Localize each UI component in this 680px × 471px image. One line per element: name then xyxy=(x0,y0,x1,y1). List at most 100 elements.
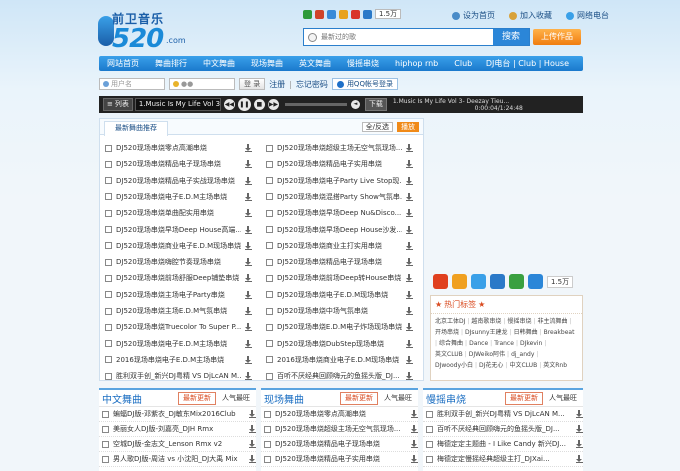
song-checkbox[interactable] xyxy=(266,323,273,331)
song-checkbox[interactable] xyxy=(105,258,112,266)
song-title[interactable]: DJ520现场串烧精品电子实战现场串烧 xyxy=(116,176,241,186)
nav-item-ranking[interactable]: 舞曲排行 xyxy=(147,56,195,71)
song-title[interactable]: 2016现场串烧商业电子E.D.M现场串烧 xyxy=(277,355,402,365)
download-icon[interactable] xyxy=(576,440,583,448)
hot-tag[interactable]: DJ花无心 xyxy=(479,360,503,371)
hot-tag[interactable]: DJWeiko阿伟 xyxy=(469,349,505,360)
hot-tag[interactable]: 英文CLUB xyxy=(435,349,463,360)
song-title[interactable]: DJ520现场串烧商业主打实用串烧 xyxy=(277,241,402,251)
download-icon[interactable] xyxy=(245,339,252,348)
download-icon[interactable] xyxy=(406,339,413,348)
song-title[interactable]: DJ520现场串烧精品电子实用串烧 xyxy=(275,454,407,464)
song-checkbox[interactable] xyxy=(105,340,112,348)
panel-title[interactable]: 中文舞曲 xyxy=(102,391,142,406)
tab-latest[interactable]: 最新更新 xyxy=(505,391,543,405)
download-icon[interactable] xyxy=(406,290,413,299)
hot-tag[interactable]: 中文CLUB xyxy=(509,360,537,371)
song-checkbox[interactable] xyxy=(105,242,112,250)
nav-item-home[interactable]: 网站首页 xyxy=(99,56,147,71)
site-logo[interactable]: 前卫音乐 520 .com xyxy=(98,10,198,54)
download-icon[interactable] xyxy=(411,455,418,463)
song-checkbox[interactable] xyxy=(105,372,112,380)
song-title[interactable]: 百听不厌经典回顾嗨元的鱼摇头版_DJ... xyxy=(437,424,572,434)
song-title[interactable]: 梅德定定主题曲 - I Like Candy 新兴DJ... xyxy=(437,439,572,449)
song-checkbox[interactable] xyxy=(266,177,273,185)
song-checkbox[interactable] xyxy=(105,144,112,152)
song-checkbox[interactable] xyxy=(266,356,273,364)
song-title[interactable]: 男人歌DJ版-周洁 vs 小沈阳_DJ大禹 Mix xyxy=(113,454,245,464)
hot-tag[interactable]: Dance xyxy=(469,338,488,349)
download-icon[interactable] xyxy=(245,355,252,364)
hot-tag[interactable]: 开场串烧 xyxy=(435,327,459,338)
song-title[interactable]: 胜利双手创_新兴DJ粤精 VS DjLcAN M... xyxy=(437,409,572,419)
song-checkbox[interactable] xyxy=(264,440,271,448)
song-checkbox[interactable] xyxy=(105,209,112,217)
nav-item-english[interactable]: 英文舞曲 xyxy=(291,56,339,71)
player-track-select[interactable]: 1.Music Is My Life Vol 3- Dee xyxy=(134,98,221,111)
song-title[interactable]: DJ520现场串烧超级主场无空气氛现场... xyxy=(277,143,402,153)
pause-button[interactable]: ❚❚ xyxy=(237,98,251,111)
stop-button[interactable]: ■ xyxy=(253,99,265,110)
progress-bar[interactable] xyxy=(284,103,347,106)
hot-tag[interactable]: 北京工体DJ xyxy=(435,316,465,327)
nav-item-club[interactable]: Club xyxy=(446,56,480,71)
download-icon[interactable] xyxy=(406,258,413,267)
song-title[interactable]: DJ520现场串烧零点高潮串烧 xyxy=(275,409,407,419)
next-button[interactable]: ▶▶ xyxy=(267,99,279,110)
hot-tag[interactable]: Breakbeat xyxy=(544,327,575,338)
song-title[interactable]: DJ520现场串烧E.D.M电子炸场现场串烧 xyxy=(277,322,402,332)
song-title[interactable]: DJ520现场串烧早场Deep House高端... xyxy=(116,225,241,235)
song-title[interactable]: DJ520现场串烧前场舒服Deep铺垫串烧 xyxy=(116,273,241,283)
song-checkbox[interactable] xyxy=(264,425,271,433)
download-icon[interactable] xyxy=(406,192,413,201)
add-favorite-link[interactable]: 加入收藏 xyxy=(509,10,552,21)
song-checkbox[interactable] xyxy=(264,455,271,463)
download-icon[interactable] xyxy=(245,372,252,381)
set-homepage-link[interactable]: 设为首页 xyxy=(452,10,495,21)
song-title[interactable]: 蝙蝠DJ版-邓紫衣_DJ敏东Mix2016Club xyxy=(113,409,245,419)
hot-tag[interactable]: DJwoody小白 xyxy=(435,360,473,371)
song-title[interactable]: DJ520现场串烧超级主场无空气氛现场... xyxy=(275,424,407,434)
download-icon[interactable] xyxy=(406,372,413,381)
song-checkbox[interactable] xyxy=(266,307,273,315)
tab-latest[interactable]: 最新更新 xyxy=(178,391,216,405)
more-share-icon[interactable] xyxy=(528,274,543,289)
download-icon[interactable] xyxy=(406,160,413,169)
song-checkbox[interactable] xyxy=(266,209,273,217)
song-checkbox[interactable] xyxy=(266,372,273,380)
song-checkbox[interactable] xyxy=(426,425,433,433)
tab-latest-recommend[interactable]: 最新舞曲推荐 xyxy=(104,121,168,136)
kaixin-icon[interactable] xyxy=(509,274,524,289)
tab-popular[interactable]: 人气最旺 xyxy=(216,392,256,405)
song-checkbox[interactable] xyxy=(105,307,112,315)
download-icon[interactable] xyxy=(406,307,413,315)
panel-title[interactable]: 慢摇串烧 xyxy=(426,391,466,406)
download-icon[interactable] xyxy=(245,209,252,218)
download-icon[interactable] xyxy=(406,225,413,234)
search-button[interactable]: 搜索 xyxy=(493,29,529,45)
qzone-icon[interactable] xyxy=(452,274,467,289)
song-title[interactable]: DJ520现场串烧零点高潮串烧 xyxy=(116,143,241,153)
share-tqq-icon[interactable] xyxy=(327,9,336,19)
search-input[interactable] xyxy=(321,33,471,41)
song-checkbox[interactable] xyxy=(105,177,112,185)
hot-tag[interactable]: 综合舞曲 xyxy=(439,338,463,349)
hot-tag[interactable]: 英文Rnb xyxy=(543,360,567,371)
song-checkbox[interactable] xyxy=(266,291,273,299)
prev-button[interactable]: ◀◀ xyxy=(223,99,235,110)
song-checkbox[interactable] xyxy=(102,455,109,463)
select-all-button[interactable]: 全/反选 xyxy=(361,122,393,132)
song-checkbox[interactable] xyxy=(105,274,112,282)
song-title[interactable]: DJ520现场串烧Truecolor To Super P... xyxy=(116,322,241,332)
download-icon[interactable] xyxy=(406,274,413,283)
song-checkbox[interactable] xyxy=(105,291,112,299)
song-checkbox[interactable] xyxy=(266,242,273,250)
hot-tag[interactable]: dj_andy xyxy=(511,349,534,360)
song-checkbox[interactable] xyxy=(266,144,273,152)
download-icon[interactable] xyxy=(411,410,418,418)
song-title[interactable]: DJ520现场串烧电子E.D.M主场串烧 xyxy=(116,192,241,202)
song-title[interactable]: DJ520现场串烧混搭Party Show气氛串... xyxy=(277,192,402,202)
song-checkbox[interactable] xyxy=(105,160,112,168)
download-icon[interactable] xyxy=(406,144,413,152)
weibo-icon[interactable] xyxy=(433,274,448,289)
